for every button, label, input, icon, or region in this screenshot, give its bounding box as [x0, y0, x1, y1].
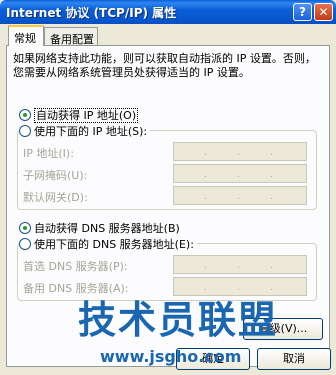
- alternate-dns-label: 备用 DNS 服务器(A):: [23, 282, 129, 295]
- window-title: Internet 协议 (TCP/IP) 属性: [6, 6, 177, 20]
- ip-manual-option[interactable]: 使用下面的 IP 地址(S):: [19, 123, 151, 139]
- help-button[interactable]: ?: [293, 3, 312, 21]
- ip-manual-radio[interactable]: [19, 125, 31, 137]
- default-gateway-label: 默认网关(D):: [23, 191, 88, 204]
- tab-general[interactable]: 常规: [8, 25, 44, 46]
- dns-manual-label: 使用下面的 DNS 服务器地址(E):: [34, 238, 194, 251]
- cancel-button[interactable]: 取消: [257, 348, 331, 370]
- intro-line-2: 您需要从网络系统管理员处获得适当的 IP 设置。: [13, 66, 250, 79]
- help-icon: ?: [299, 5, 306, 19]
- dns-manual-option[interactable]: 使用下面的 DNS 服务器地址(E):: [19, 236, 197, 252]
- ip-auto-option[interactable]: 自动获得 IP 地址(O): [19, 107, 139, 123]
- close-button[interactable]: ✕: [314, 3, 333, 21]
- ip-address-label: IP 地址(I):: [23, 147, 74, 160]
- subnet-mask-label: 子网掩码(U):: [23, 169, 88, 182]
- title-bar: Internet 协议 (TCP/IP) 属性 ? ✕: [0, 0, 336, 24]
- watermark-logo: 技术员联盟: [78, 298, 279, 342]
- ip-manual-label: 使用下面的 IP 地址(S):: [34, 125, 148, 138]
- preferred-dns-input[interactable]: ...: [173, 255, 307, 274]
- dns-auto-option[interactable]: 自动获得 DNS 服务器地址(B): [19, 220, 180, 236]
- dns-auto-radio[interactable]: [19, 222, 31, 234]
- ip-auto-label: 自动获得 IP 地址(O): [34, 108, 139, 123]
- intro-line-1: 如果网络支持此功能，则可以获取自动指派的 IP 设置。否则，: [13, 52, 316, 65]
- dns-auto-label: 自动获得 DNS 服务器地址(B): [34, 222, 180, 235]
- watermark-url: www.jsgho.com: [100, 347, 242, 366]
- ip-auto-radio[interactable]: [19, 109, 31, 121]
- ip-address-input[interactable]: ...: [173, 142, 307, 161]
- dns-manual-radio[interactable]: [19, 238, 31, 250]
- subnet-mask-input[interactable]: ...: [173, 164, 307, 183]
- alternate-dns-input[interactable]: ...: [173, 277, 307, 296]
- intro-text: 如果网络支持此功能，则可以获取自动指派的 IP 设置。否则， 您需要从网络系统管…: [13, 52, 316, 80]
- tab-alternate-config[interactable]: 备用配置: [44, 27, 98, 46]
- preferred-dns-label: 首选 DNS 服务器(P):: [23, 260, 128, 273]
- close-icon: ✕: [318, 5, 329, 19]
- default-gateway-input[interactable]: ...: [173, 186, 307, 205]
